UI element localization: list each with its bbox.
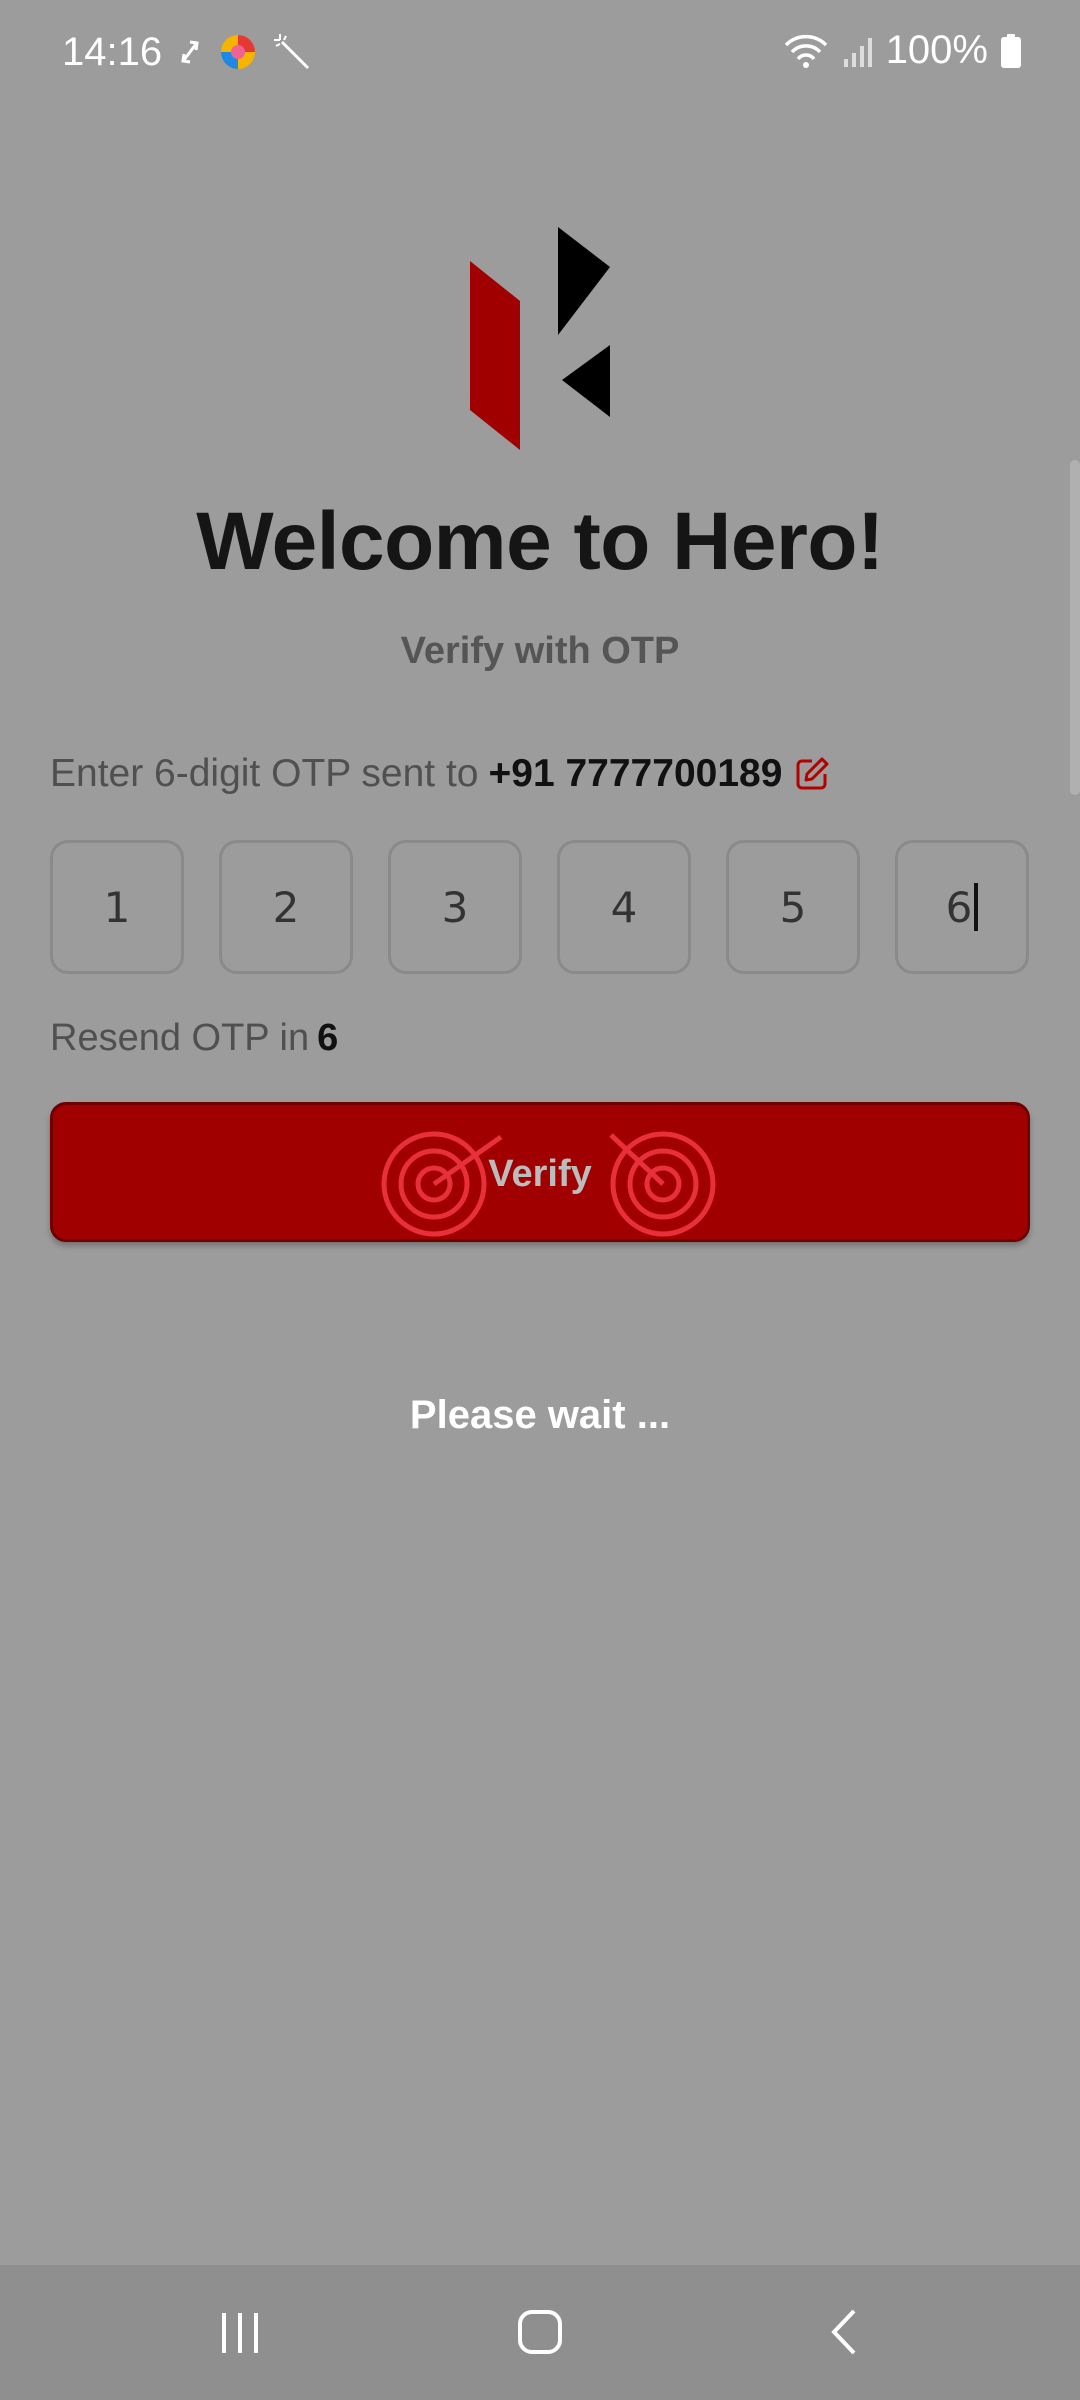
status-bar: 14:16 100% (0, 0, 1080, 110)
otp-digit-4[interactable]: 4 (557, 840, 691, 974)
otp-digit-5[interactable]: 5 (726, 840, 860, 974)
otp-digit-6[interactable]: 6 (895, 840, 1029, 974)
page-subtitle: Verify with OTP (400, 630, 680, 672)
verify-label: Verify (488, 1153, 592, 1195)
hero-logo (470, 227, 610, 450)
resend-countdown: 6 (317, 1017, 339, 1059)
notification-icons (176, 32, 312, 72)
edit-icon[interactable] (792, 754, 832, 794)
status-time: 14:16 (62, 30, 163, 74)
system-status-icons: 100% (782, 28, 1022, 73)
text-cursor (974, 883, 979, 931)
loading-message: Please wait ... (409, 1393, 671, 1437)
scrollbar[interactable] (1070, 460, 1080, 795)
resend-label: Resend OTP in (50, 1017, 310, 1059)
battery-level: 100% (885, 28, 988, 72)
resend-timer: Resend OTP in 6 (50, 1017, 338, 1060)
otp-digit-1[interactable]: 1 (50, 840, 184, 974)
recents-icon (222, 2313, 258, 2353)
home-button[interactable] (490, 2295, 590, 2369)
recents-button[interactable] (190, 2295, 290, 2369)
sync-icon (181, 40, 199, 64)
verify-button[interactable]: Verify (50, 1102, 1030, 1242)
home-icon (518, 2310, 562, 2354)
otp-prompt: Enter 6-digit OTP sent to +91 7777700189 (50, 752, 832, 796)
app-color-icon (221, 35, 255, 69)
magic-wand-icon (274, 34, 310, 70)
otp-prompt-text: Enter 6-digit OTP sent to (50, 752, 479, 795)
back-icon (831, 2309, 856, 2355)
touch-target-icon (609, 1131, 716, 1237)
navigation-bar (0, 2265, 1080, 2400)
signal-icon (843, 37, 872, 67)
otp-verification-screen: 14:16 100% Welcome to Hero! Verify with … (0, 0, 1080, 2400)
otp-digit-3[interactable]: 3 (388, 840, 522, 974)
page-title: Welcome to Hero! (196, 496, 884, 587)
otp-input-group: 1 2 3 4 5 6 (50, 840, 1030, 974)
wifi-icon (784, 34, 827, 68)
battery-icon (1001, 33, 1021, 68)
otp-digit-2[interactable]: 2 (219, 840, 353, 974)
phone-number: +91 7777700189 (488, 752, 783, 795)
back-button[interactable] (795, 2295, 895, 2369)
